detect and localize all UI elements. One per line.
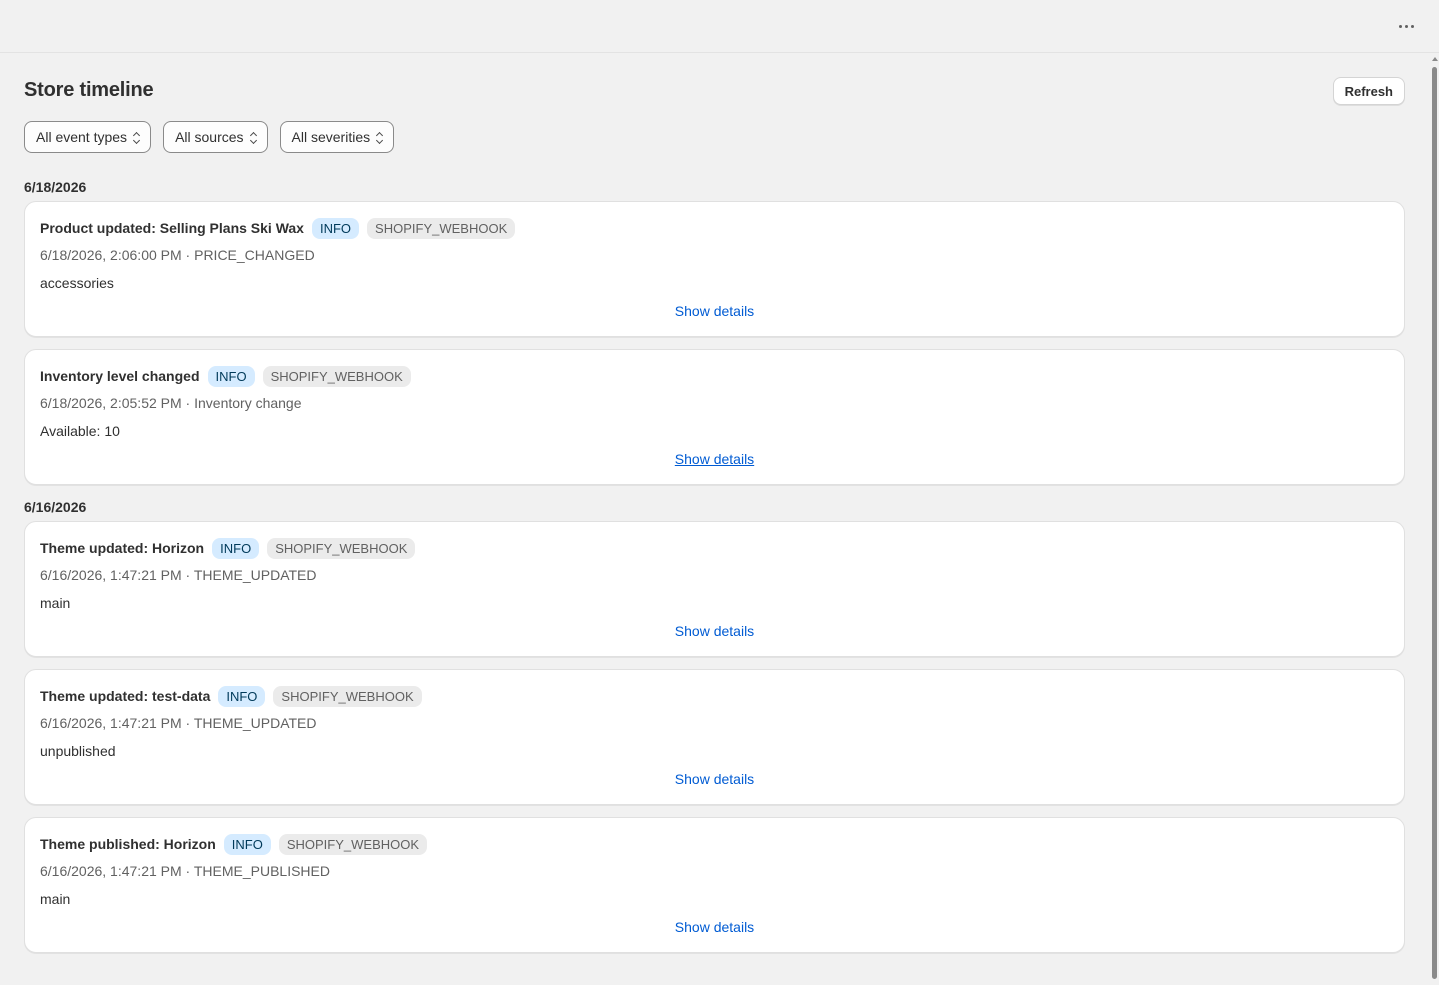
top-bar (0, 0, 1439, 53)
filter-label: All event types (36, 129, 128, 145)
event-list: Product updated: Selling Plans Ski Wax I… (24, 201, 1405, 485)
event-card: Inventory level changed INFO SHOPIFY_WEB… (24, 349, 1405, 485)
main-content: Store timeline Refresh All event types A… (24, 53, 1405, 965)
show-details-link[interactable]: Show details (25, 919, 1404, 935)
date-group: 6/16/2026 Theme updated: Horizon INFO SH… (24, 499, 1405, 953)
event-description: main (40, 891, 71, 907)
source-badge: SHOPIFY_WEBHOOK (262, 365, 411, 387)
select-chevrons-icon (133, 131, 141, 145)
event-card: Theme published: Horizon INFO SHOPIFY_WE… (24, 817, 1405, 953)
source-badge: SHOPIFY_WEBHOOK (267, 537, 416, 559)
show-details-link[interactable]: Show details (25, 771, 1404, 787)
date-heading: 6/16/2026 (24, 499, 87, 515)
event-list: Theme updated: Horizon INFO SHOPIFY_WEBH… (24, 521, 1405, 953)
event-card-header: Theme updated: test-data INFO SHOPIFY_WE… (40, 685, 422, 707)
source-badge: SHOPIFY_WEBHOOK (367, 217, 516, 239)
event-meta: 6/16/2026, 1:47:21 PM · THEME_PUBLISHED (40, 863, 330, 879)
show-details-link[interactable]: Show details (25, 303, 1404, 319)
event-description: accessories (40, 275, 114, 291)
source-filter-select[interactable]: All sources (163, 121, 268, 153)
scroll-up-arrow-icon[interactable] (1432, 57, 1438, 61)
show-details-link[interactable]: Show details (25, 451, 1404, 467)
event-card: Product updated: Selling Plans Ski Wax I… (24, 201, 1405, 337)
show-details-link[interactable]: Show details (25, 623, 1404, 639)
scrollbar[interactable] (1430, 53, 1439, 985)
event-title: Theme published: Horizon (40, 836, 216, 852)
event-card: Theme updated: test-data INFO SHOPIFY_WE… (24, 669, 1405, 805)
event-title: Theme updated: Horizon (40, 540, 205, 556)
date-heading: 6/18/2026 (24, 179, 87, 195)
event-card-header: Theme updated: Horizon INFO SHOPIFY_WEBH… (40, 537, 416, 559)
filter-bar: All event types All sources All severiti… (24, 121, 1405, 153)
event-type-filter-select[interactable]: All event types (24, 121, 152, 153)
page-title: Store timeline (24, 79, 154, 101)
event-meta: 6/18/2026, 2:05:52 PM · Inventory change (40, 395, 302, 411)
filter-label: All sources (175, 129, 244, 145)
page-header: Store timeline Refresh (24, 53, 1405, 121)
severity-filter-select[interactable]: All severities (279, 121, 395, 153)
source-badge: SHOPIFY_WEBHOOK (278, 833, 428, 855)
select-chevrons-icon (249, 131, 257, 145)
severity-badge: INFO (218, 685, 266, 707)
scrollbar-thumb[interactable] (1432, 67, 1437, 979)
event-card: Theme updated: Horizon INFO SHOPIFY_WEBH… (24, 521, 1405, 657)
more-horizontal-icon (1398, 24, 1402, 28)
date-group: 6/18/2026 Product updated: Selling Plans… (24, 179, 1405, 485)
source-badge: SHOPIFY_WEBHOOK (273, 685, 422, 707)
more-horizontal-icon-dot (1404, 24, 1408, 28)
refresh-button[interactable]: Refresh (1332, 77, 1405, 105)
more-horizontal-icon-dot (1410, 24, 1414, 28)
event-card-header: Product updated: Selling Plans Ski Wax I… (40, 217, 516, 239)
event-title: Theme updated: test-data (40, 688, 211, 704)
filter-label: All severities (291, 129, 371, 145)
severity-badge: INFO (212, 537, 260, 559)
event-meta: 6/16/2026, 1:47:21 PM · THEME_UPDATED (40, 567, 317, 583)
event-title: Inventory level changed (40, 368, 200, 384)
severity-badge: INFO (311, 217, 360, 239)
event-meta: 6/16/2026, 1:47:21 PM · THEME_UPDATED (40, 715, 317, 731)
event-description: unpublished (40, 743, 116, 759)
event-description: Available: 10 (40, 423, 120, 439)
event-description: main (40, 595, 71, 611)
event-card-header: Inventory level changed INFO SHOPIFY_WEB… (40, 365, 411, 387)
select-chevrons-icon (376, 131, 384, 145)
severity-badge: INFO (207, 365, 255, 387)
event-meta: 6/18/2026, 2:06:00 PM · PRICE_CHANGED (40, 247, 315, 263)
more-actions-button[interactable] (1393, 13, 1419, 39)
event-title: Product updated: Selling Plans Ski Wax (40, 220, 304, 236)
event-card-header: Theme published: Horizon INFO SHOPIFY_WE… (40, 833, 428, 855)
severity-badge: INFO (223, 833, 271, 855)
